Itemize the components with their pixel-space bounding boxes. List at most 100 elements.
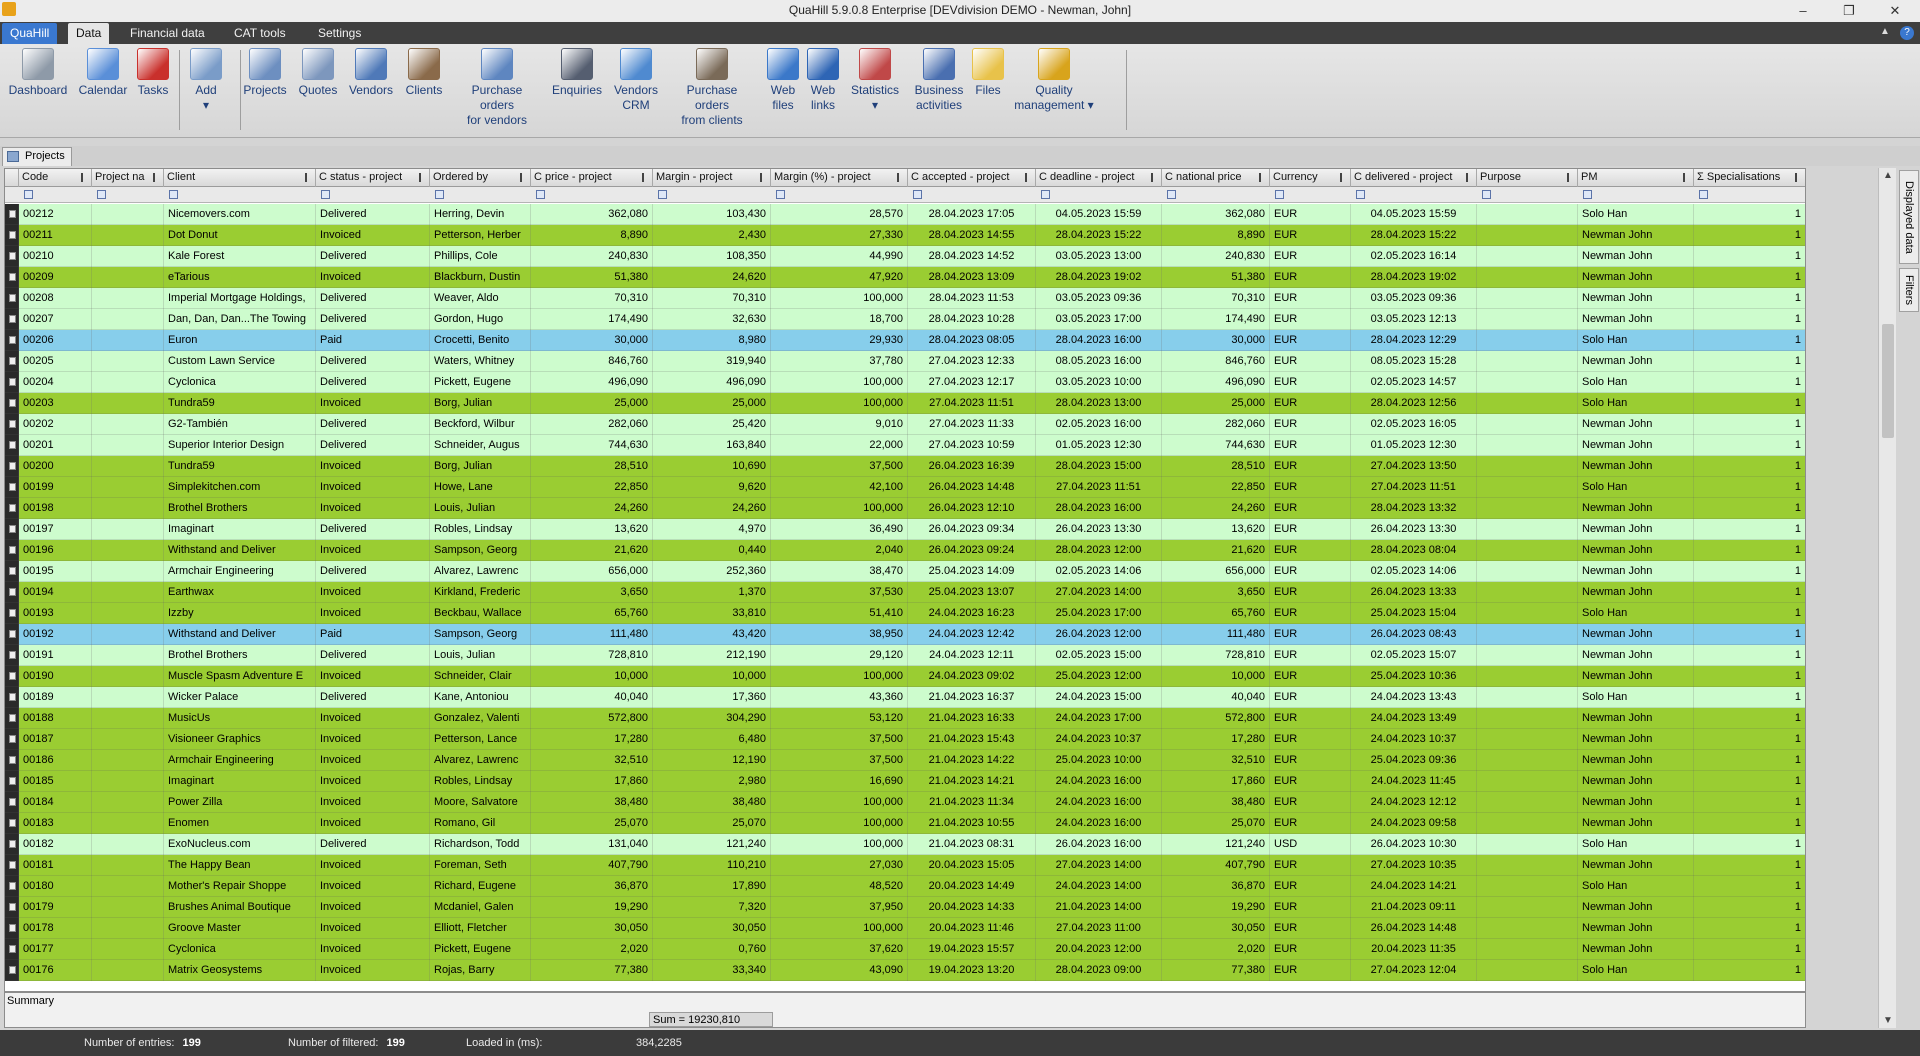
cell-purpose[interactable] [1477, 645, 1578, 666]
cell-pm[interactable]: Newman John [1578, 435, 1694, 456]
row-selector-icon[interactable] [5, 855, 19, 876]
cell-delivered[interactable]: 28.04.2023 13:32 [1351, 498, 1477, 519]
purchase-orders-clients-button[interactable]: Purchase orders from clients [668, 48, 756, 128]
cell-margin-pct[interactable]: 100,000 [771, 393, 908, 414]
cell-project[interactable] [92, 267, 164, 288]
cell-spec[interactable]: 1 [1694, 750, 1805, 771]
cell-status[interactable]: Delivered [316, 561, 430, 582]
row-selector-icon[interactable] [5, 729, 19, 750]
cell-currency[interactable]: EUR [1270, 435, 1351, 456]
row-selector-icon[interactable] [5, 225, 19, 246]
cell-national[interactable]: 572,800 [1162, 708, 1270, 729]
row-selector-icon[interactable] [5, 477, 19, 498]
cell-project[interactable] [92, 834, 164, 855]
cell-deadline[interactable]: 02.05.2023 16:00 [1036, 414, 1162, 435]
cell-purpose[interactable] [1477, 225, 1578, 246]
cell-status[interactable]: Invoiced [316, 918, 430, 939]
cell-status[interactable]: Delivered [316, 288, 430, 309]
cell-price[interactable]: 25,000 [531, 393, 653, 414]
cell-client[interactable]: Kale Forest [164, 246, 316, 267]
cell-margin[interactable]: 110,210 [653, 855, 771, 876]
cell-delivered[interactable]: 27.04.2023 10:35 [1351, 855, 1477, 876]
cell-price[interactable]: 36,870 [531, 876, 653, 897]
table-row[interactable]: 00192 Withstand and Deliver Paid Sampson, G… [5, 624, 1805, 645]
table-row[interactable]: 00190 Muscle Spasm Adventure E Invoiced Sch… [5, 666, 1805, 687]
cell-pm[interactable]: Newman John [1578, 666, 1694, 687]
table-row[interactable]: 00205 Custom Lawn Service Delivered Waters,… [5, 351, 1805, 372]
cell-client[interactable]: Tundra59 [164, 456, 316, 477]
cell-status[interactable]: Invoiced [316, 225, 430, 246]
cell-code[interactable]: 00204 [19, 372, 92, 393]
cell-client[interactable]: Izzby [164, 603, 316, 624]
filter-margin-pct-icon[interactable] [776, 190, 785, 199]
cell-margin[interactable]: 25,420 [653, 414, 771, 435]
cell-client[interactable]: Brushes Animal Boutique [164, 897, 316, 918]
cell-accepted[interactable]: 27.04.2023 11:51 [908, 393, 1036, 414]
cell-ordered-by[interactable]: Beckford, Wilbur [430, 414, 531, 435]
cell-client[interactable]: Wicker Palace [164, 687, 316, 708]
cell-margin-pct[interactable]: 100,000 [771, 813, 908, 834]
cell-ordered-by[interactable]: Borg, Julian [430, 456, 531, 477]
cell-accepted[interactable]: 21.04.2023 11:34 [908, 792, 1036, 813]
cell-accepted[interactable]: 28.04.2023 10:28 [908, 309, 1036, 330]
cell-ordered-by[interactable]: Rojas, Barry [430, 960, 531, 981]
cell-national[interactable]: 282,060 [1162, 414, 1270, 435]
cell-price[interactable]: 17,280 [531, 729, 653, 750]
pin-icon[interactable] [153, 173, 160, 182]
cell-delivered[interactable]: 08.05.2023 15:28 [1351, 351, 1477, 372]
cell-margin[interactable]: 32,630 [653, 309, 771, 330]
minimize-button[interactable]: – [1780, 0, 1826, 22]
cell-ordered-by[interactable]: Weaver, Aldo [430, 288, 531, 309]
pin-icon[interactable] [305, 173, 312, 182]
cell-purpose[interactable] [1477, 309, 1578, 330]
cell-deadline[interactable]: 26.04.2023 12:00 [1036, 624, 1162, 645]
cell-spec[interactable]: 1 [1694, 246, 1805, 267]
filter-pm-icon[interactable] [1583, 190, 1592, 199]
cell-project[interactable] [92, 435, 164, 456]
cell-currency[interactable]: EUR [1270, 477, 1351, 498]
cell-national[interactable]: 21,620 [1162, 540, 1270, 561]
cell-pm[interactable]: Newman John [1578, 729, 1694, 750]
cell-delivered[interactable]: 27.04.2023 12:04 [1351, 960, 1477, 981]
cell-code[interactable]: 00177 [19, 939, 92, 960]
cell-client[interactable]: Power Zilla [164, 792, 316, 813]
cell-accepted[interactable]: 28.04.2023 14:55 [908, 225, 1036, 246]
table-row[interactable]: 00193 Izzby Invoiced Beckbau, Wallace 65,760… [5, 603, 1805, 624]
cell-currency[interactable]: EUR [1270, 288, 1351, 309]
cell-purpose[interactable] [1477, 897, 1578, 918]
cell-currency[interactable]: EUR [1270, 960, 1351, 981]
cell-margin[interactable]: 25,000 [653, 393, 771, 414]
cell-project[interactable] [92, 561, 164, 582]
cell-client[interactable]: Brothel Brothers [164, 498, 316, 519]
cell-client[interactable]: Nicemovers.com [164, 204, 316, 225]
cell-deadline[interactable]: 24.04.2023 14:00 [1036, 876, 1162, 897]
cell-margin[interactable]: 6,480 [653, 729, 771, 750]
tasks-button[interactable]: Tasks [137, 48, 169, 98]
cell-margin-pct[interactable]: 18,700 [771, 309, 908, 330]
cell-delivered[interactable]: 01.05.2023 12:30 [1351, 435, 1477, 456]
cell-accepted[interactable]: 21.04.2023 10:55 [908, 813, 1036, 834]
cell-accepted[interactable]: 27.04.2023 11:33 [908, 414, 1036, 435]
cell-project[interactable] [92, 750, 164, 771]
tab-financial-data[interactable]: Financial data [122, 23, 213, 44]
tab-data[interactable]: Data [68, 23, 110, 44]
row-selector-icon[interactable] [5, 204, 19, 225]
cell-code[interactable]: 00198 [19, 498, 92, 519]
cell-national[interactable]: 19,290 [1162, 897, 1270, 918]
cell-spec[interactable]: 1 [1694, 603, 1805, 624]
row-selector-icon[interactable] [5, 645, 19, 666]
cell-margin-pct[interactable]: 9,010 [771, 414, 908, 435]
pin-icon[interactable] [1340, 173, 1347, 182]
cell-accepted[interactable]: 21.04.2023 08:31 [908, 834, 1036, 855]
filter-delivered-icon[interactable] [1356, 190, 1365, 199]
table-row[interactable]: 00196 Withstand and Deliver Invoiced Sampso… [5, 540, 1805, 561]
cell-client[interactable]: ExoNucleus.com [164, 834, 316, 855]
cell-status[interactable]: Invoiced [316, 267, 430, 288]
row-selector-icon[interactable] [5, 666, 19, 687]
cell-price[interactable]: 407,790 [531, 855, 653, 876]
cell-currency[interactable]: EUR [1270, 498, 1351, 519]
cell-pm[interactable]: Newman John [1578, 897, 1694, 918]
vendors-crm-button[interactable]: Vendors CRM [610, 48, 662, 113]
table-row[interactable]: 00187 Visioneer Graphics Invoiced Petterson… [5, 729, 1805, 750]
cell-margin-pct[interactable]: 48,520 [771, 876, 908, 897]
